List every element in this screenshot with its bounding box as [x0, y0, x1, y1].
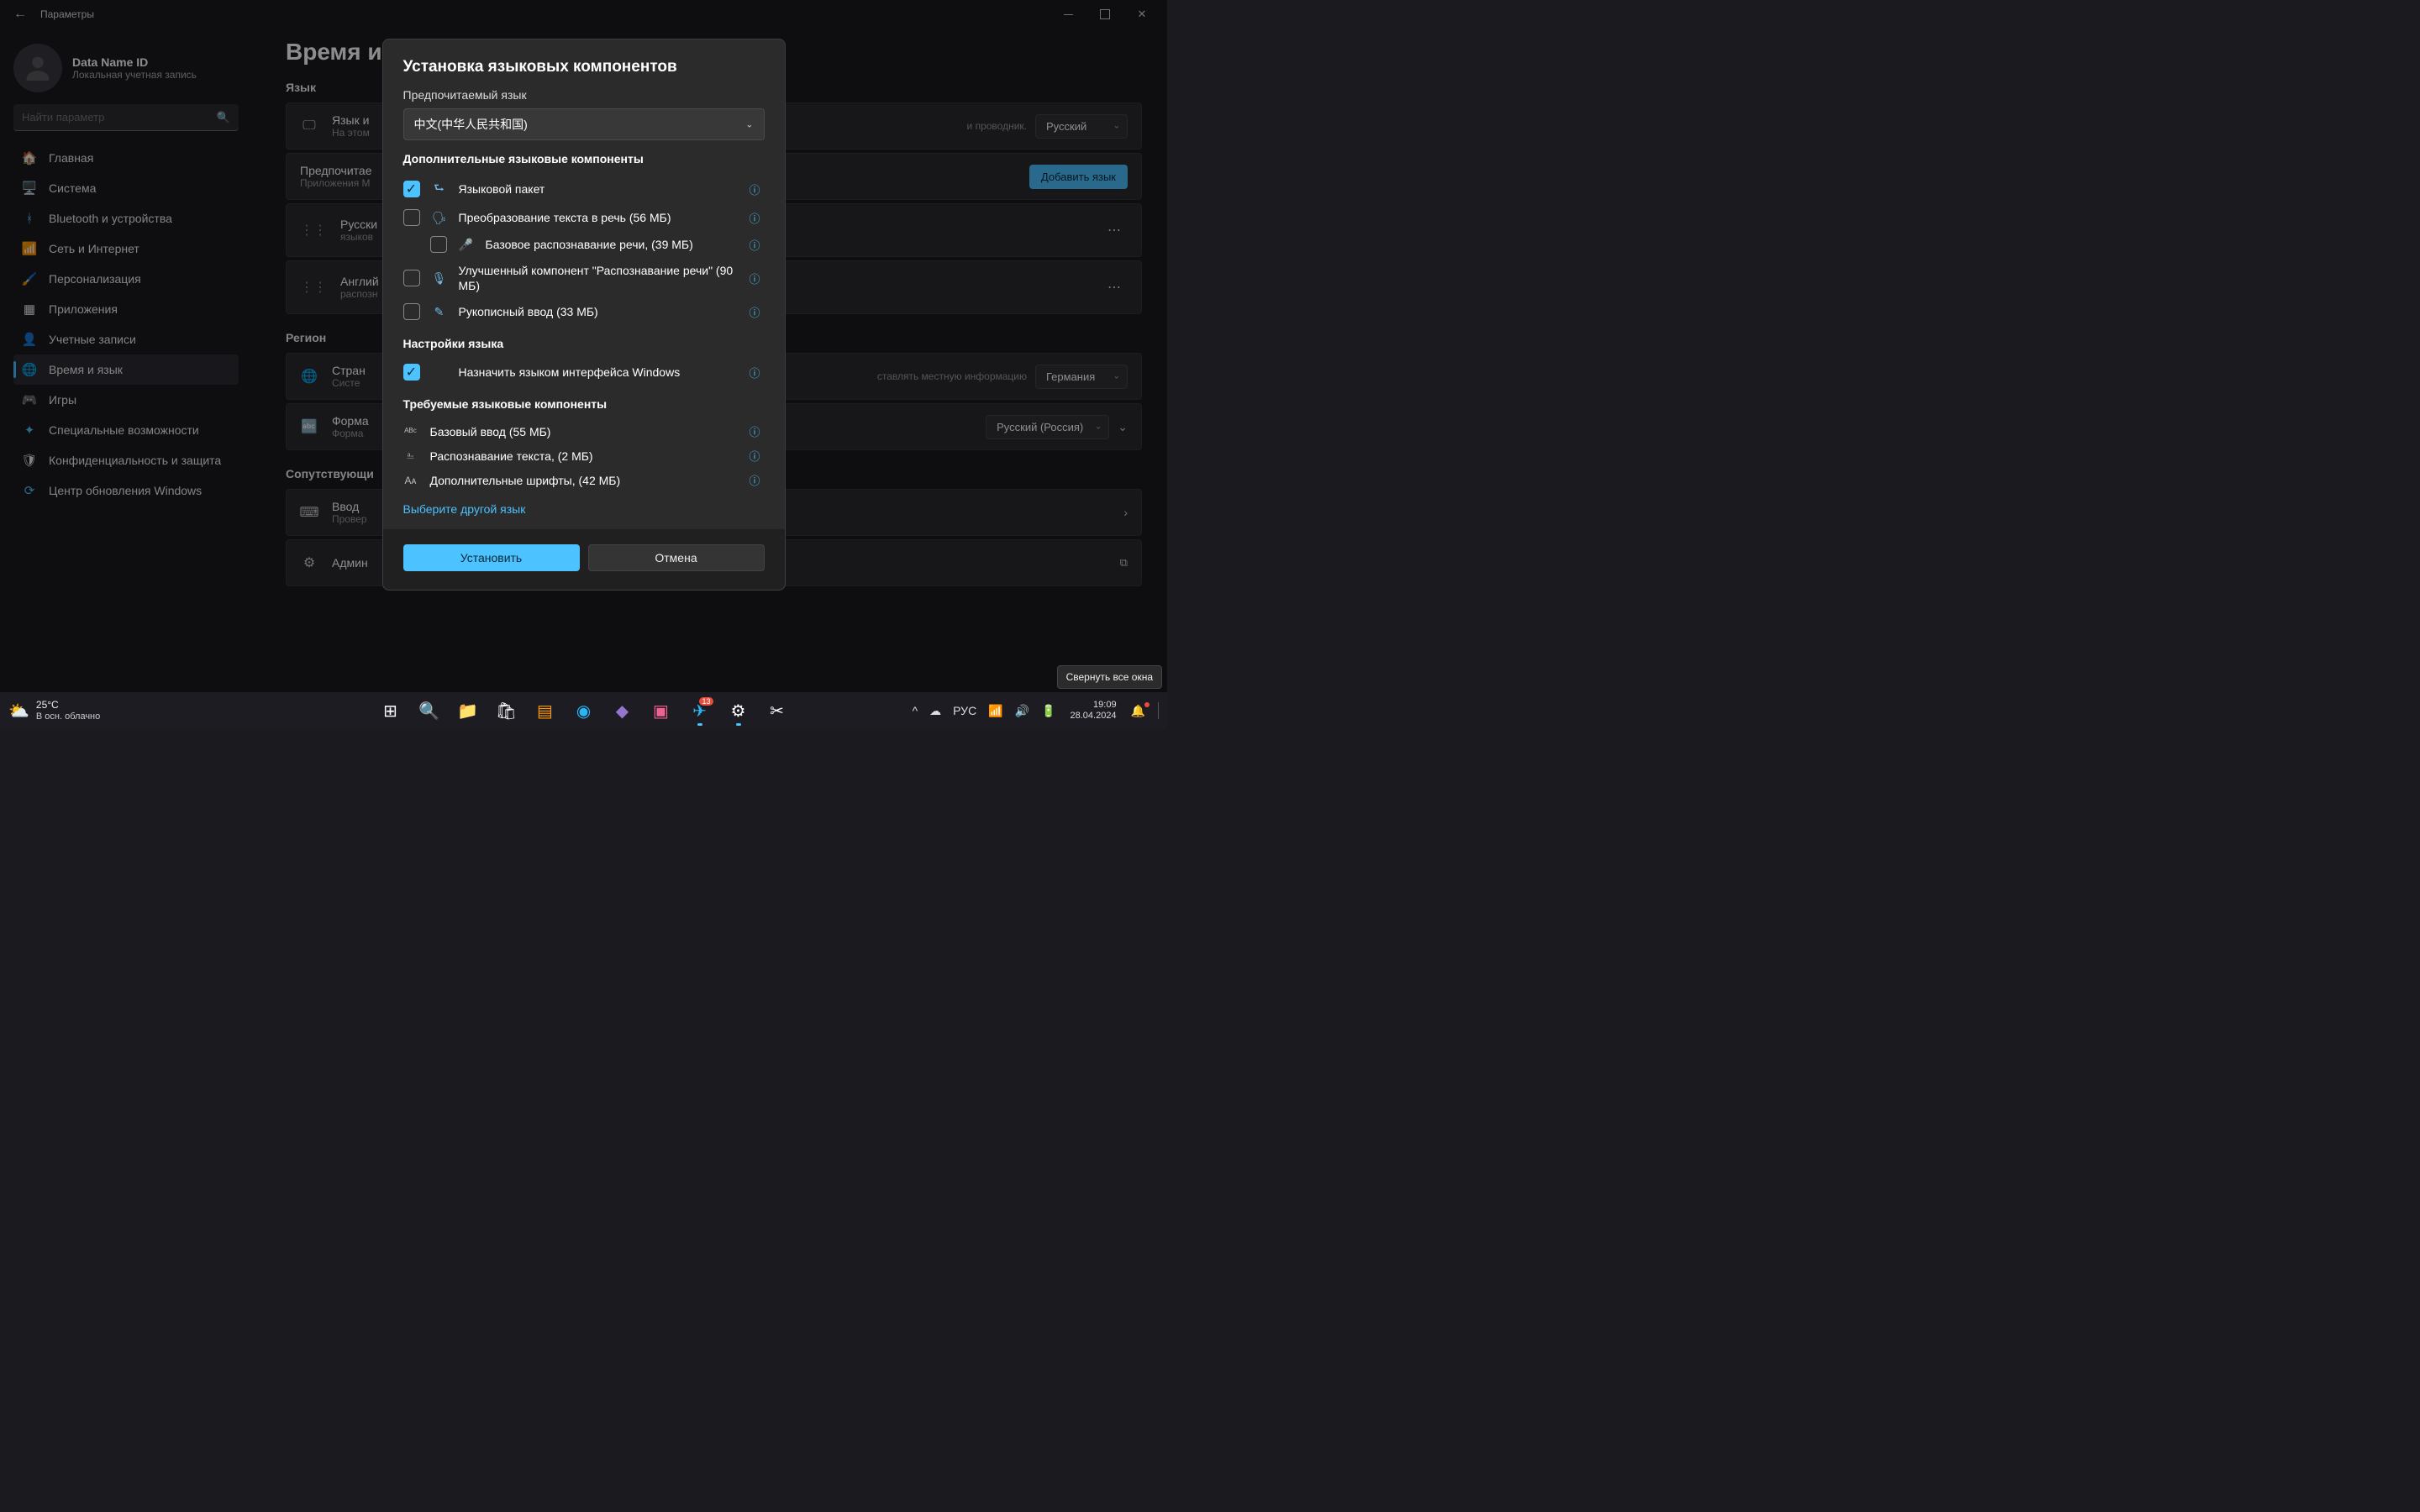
checkbox-handwriting[interactable] — [403, 303, 420, 320]
tray-clock[interactable]: 19:09 28.04.2024 — [1071, 700, 1117, 722]
tts-icon: 🗣 — [432, 211, 447, 225]
optional-features-header: Дополнительные языковые компоненты — [403, 152, 765, 165]
install-language-dialog: Установка языковых компонентов Предпочит… — [382, 39, 786, 591]
dialog-title: Установка языковых компонентов — [403, 58, 765, 76]
req-ocr: ⎁ Распознавание текста, (2 МБ) ⓘ — [403, 444, 765, 468]
show-desktop-button[interactable] — [1158, 702, 1159, 719]
info-icon[interactable]: ⓘ — [750, 270, 765, 286]
cancel-button[interactable]: Отмена — [588, 544, 765, 571]
checkbox-display-language[interactable]: ✓ — [403, 364, 420, 381]
taskbar-store[interactable]: 🛍 — [490, 694, 523, 727]
preferred-language-select[interactable]: 中文(中华人民共和国) ⌄ — [403, 108, 765, 140]
taskbar-snip[interactable]: ✂ — [760, 694, 794, 727]
taskbar-settings[interactable]: ⚙ — [722, 694, 755, 727]
req-basic-typing: ᴬᴮᶜ Базовый ввод (55 МБ) ⓘ — [403, 419, 765, 444]
checkbox-language-pack[interactable]: ✓ — [403, 181, 420, 197]
opt-basic-speech: 🎤 Базовое распознавание речи, (39 МБ) ⓘ — [403, 231, 765, 258]
opt-enhanced-speech: 🎙 Улучшенный компонент "Распознавание ре… — [403, 258, 765, 298]
opt-handwriting: ✎ Рукописный ввод (33 МБ) ⓘ — [403, 298, 765, 325]
checkbox-tts[interactable] — [403, 209, 420, 226]
mic-icon: 🎤 — [459, 238, 474, 252]
tray-chevron-up-icon[interactable]: ^ — [910, 704, 921, 717]
info-icon[interactable]: ⓘ — [750, 472, 765, 488]
opt-set-display-language: ✓ Назначить языком интерфейса Windows ⓘ — [403, 359, 765, 386]
chevron-down-icon: ⌄ — [745, 119, 753, 130]
info-icon[interactable]: ⓘ — [750, 237, 765, 253]
opt-tts: 🗣 Преобразование текста в речь (56 МБ) ⓘ — [403, 204, 765, 231]
info-icon[interactable]: ⓘ — [750, 423, 765, 439]
info-icon[interactable]: ⓘ — [750, 181, 765, 197]
taskbar-optimizer[interactable]: ▣ — [644, 694, 678, 727]
checkbox-enhanced-speech[interactable] — [403, 270, 420, 286]
ocr-icon: ⎁ — [403, 449, 418, 462]
taskbar-search[interactable]: 🔍 — [413, 694, 446, 727]
tray-notifications-icon[interactable]: 🔔 — [1128, 704, 1148, 718]
taskbar-telegram[interactable]: ✈13 — [683, 694, 717, 727]
tray-battery-icon[interactable]: 🔋 — [1039, 704, 1058, 718]
choose-other-language-link[interactable]: Выберите другой язык — [403, 492, 765, 522]
weather-icon: ⛅ — [8, 701, 29, 722]
tray-volume-icon[interactable]: 🔊 — [1013, 704, 1032, 718]
opt-language-pack: ✓ ⮑ Языковой пакет ⓘ — [403, 174, 765, 204]
taskbar: ⛅ 25°C В осн. облачно ⊞ 🔍 📁 🛍 ▤ ◉ ◆ ▣ ✈1… — [0, 692, 1167, 729]
taskbar-sublime[interactable]: ▤ — [529, 694, 562, 727]
show-desktop-tooltip: Свернуть все окна — [1057, 665, 1162, 689]
taskbar-edge[interactable]: ◉ — [567, 694, 601, 727]
tray-wifi-icon[interactable]: 📶 — [986, 704, 1005, 718]
preferred-language-label: Предпочитаемый язык — [403, 88, 765, 102]
system-tray: ^ ☁ РУС 📶 🔊 🔋 19:09 28.04.2024 🔔 — [910, 700, 1159, 722]
weather-widget[interactable]: ⛅ 25°C В осн. облачно — [8, 700, 100, 721]
font-icon: Aᴀ — [403, 475, 418, 486]
tray-onedrive-icon[interactable]: ☁ — [927, 704, 944, 718]
checkbox-basic-speech[interactable] — [430, 236, 447, 253]
abc-icon: ᴬᴮᶜ — [403, 426, 418, 438]
language-settings-header: Настройки языка — [403, 337, 765, 350]
info-icon[interactable]: ⓘ — [750, 365, 765, 381]
dialog-overlay: Установка языковых компонентов Предпочит… — [0, 0, 1167, 729]
info-icon[interactable]: ⓘ — [750, 448, 765, 464]
start-button[interactable]: ⊞ — [374, 694, 408, 727]
required-features-header: Требуемые языковые компоненты — [403, 397, 765, 411]
tray-language-indicator[interactable]: РУС — [950, 704, 979, 717]
language-pack-icon: ⮑ — [432, 179, 447, 199]
info-icon[interactable]: ⓘ — [750, 210, 765, 226]
info-icon[interactable]: ⓘ — [750, 304, 765, 320]
mic2-icon: 🎙 — [432, 271, 447, 286]
pen-icon: ✎ — [432, 305, 447, 319]
req-fonts: Aᴀ Дополнительные шрифты, (42 МБ) ⓘ — [403, 468, 765, 492]
install-button[interactable]: Установить — [403, 544, 580, 571]
taskbar-explorer[interactable]: 📁 — [451, 694, 485, 727]
taskbar-obsidian[interactable]: ◆ — [606, 694, 639, 727]
